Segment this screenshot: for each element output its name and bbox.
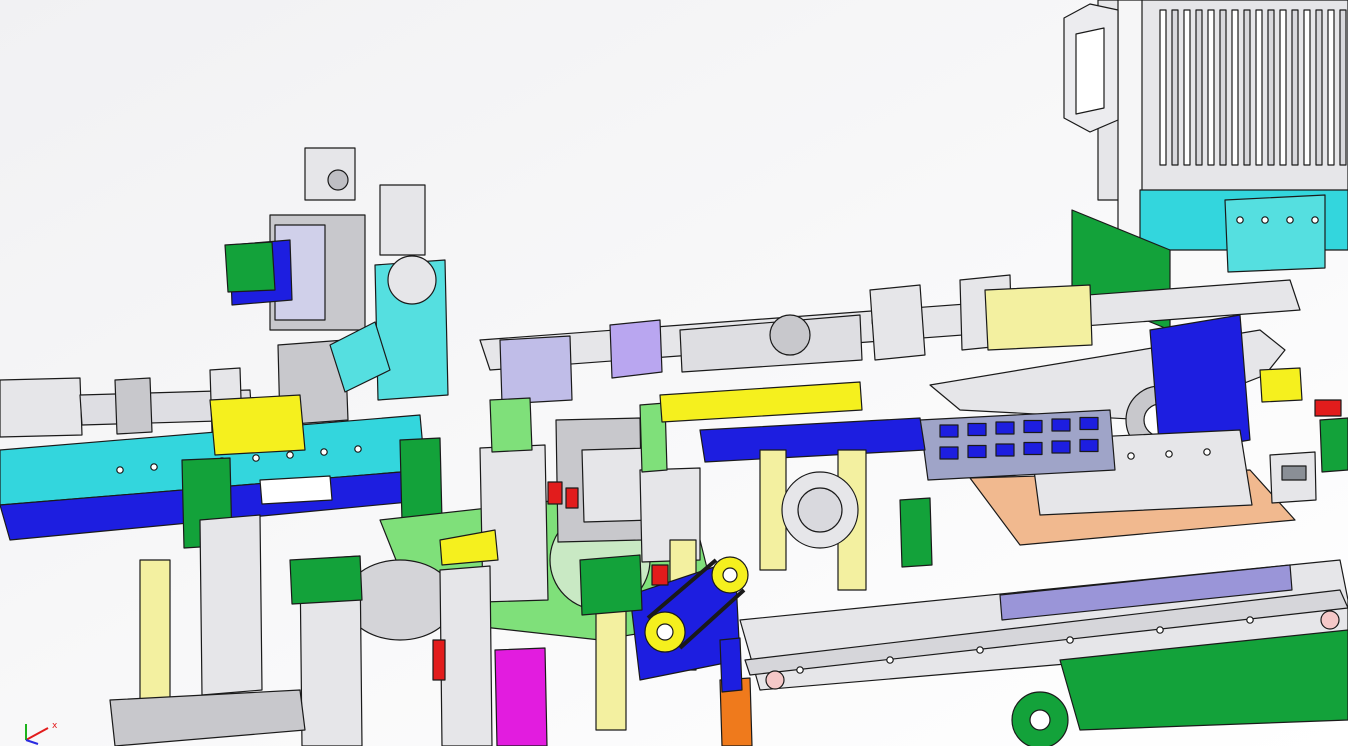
- support-post: [139, 559, 171, 721]
- bolt-hole: [1261, 216, 1269, 224]
- bolt-hole: [116, 466, 124, 474]
- triad-z-axis: [25, 739, 39, 745]
- green-clamp: [224, 241, 276, 293]
- bolt-hole: [150, 463, 158, 471]
- yellow-fitting: [1259, 367, 1303, 403]
- tray-pocket: [1023, 441, 1043, 456]
- rack-fin: [1171, 9, 1179, 166]
- red-block: [1314, 399, 1342, 417]
- rack-fin: [1279, 9, 1287, 166]
- support-post: [595, 609, 627, 731]
- shaft-bearing: [114, 377, 153, 435]
- rail-bolt: [886, 656, 894, 664]
- rail-bolt: [976, 646, 984, 654]
- pulley-bore: [656, 623, 674, 641]
- drum-core: [797, 487, 843, 533]
- triad-x-axis: [25, 727, 49, 741]
- tray-pocket: [967, 444, 987, 459]
- green-motor: [579, 554, 643, 616]
- red-clamp: [432, 639, 446, 681]
- cad-viewport[interactable]: x: [0, 0, 1348, 746]
- rack-fin: [1207, 9, 1215, 166]
- rail-bolt: [1156, 626, 1164, 634]
- pulley-bore: [1029, 709, 1051, 731]
- rack-fin: [1303, 9, 1311, 166]
- tray-pocket: [1079, 438, 1099, 453]
- green-gripper: [399, 437, 443, 523]
- rack-fin: [1159, 9, 1167, 166]
- pulley-bore: [722, 567, 738, 583]
- yellow-block: [209, 394, 306, 456]
- slot-cutout: [259, 475, 333, 505]
- coordinate-triad: x: [25, 721, 58, 745]
- bracket: [869, 284, 926, 361]
- green-block: [1319, 417, 1348, 473]
- bolt-hole: [1127, 452, 1135, 460]
- assembly-model: [0, 0, 1348, 746]
- bolt-hole: [354, 445, 362, 453]
- rack-post: [1117, 0, 1143, 251]
- bolt-hole: [1286, 216, 1294, 224]
- stepper-motor: [1224, 194, 1326, 273]
- rack-fin: [1315, 9, 1323, 166]
- rail-bolt: [796, 666, 804, 674]
- rack-fin: [1339, 9, 1347, 166]
- bolt-hole: [1203, 448, 1211, 456]
- sensor-knob: [327, 169, 349, 191]
- actuator-cap: [387, 255, 437, 305]
- bolt-hole: [1311, 216, 1319, 224]
- bolt-hole: [1165, 450, 1173, 458]
- rack-fin: [1267, 9, 1275, 166]
- green-valve: [489, 397, 533, 453]
- rack-fin: [1231, 9, 1239, 166]
- bolt-hole: [252, 454, 260, 462]
- red-clamp: [547, 481, 563, 505]
- tray-pocket: [967, 422, 987, 437]
- rack-fin: [1195, 9, 1203, 166]
- tray-pocket: [1051, 440, 1071, 454]
- gauge-display: [1281, 465, 1307, 481]
- green-cylinder: [899, 497, 933, 568]
- bolt-hole: [320, 448, 328, 456]
- green-cylinder: [289, 555, 363, 605]
- tray-pocket: [939, 424, 959, 438]
- rack-fin: [1219, 9, 1227, 166]
- linear-bearing: [769, 314, 811, 356]
- bolt-hole: [1236, 216, 1244, 224]
- tray-pocket: [1023, 419, 1043, 434]
- navy-column: [719, 637, 743, 693]
- rack-fin: [1327, 9, 1335, 166]
- rail-bolt: [1246, 616, 1254, 624]
- tray-pocket: [995, 421, 1015, 435]
- red-clamp: [651, 564, 669, 586]
- bolt-hole: [286, 451, 294, 459]
- rail-cap: [1320, 610, 1340, 630]
- triad-x-label: x: [52, 721, 58, 731]
- tray-pocket: [939, 446, 959, 460]
- yellow-plate: [984, 284, 1093, 351]
- lower-frame: [439, 565, 493, 746]
- rack-fin: [1291, 9, 1299, 166]
- rack-handle-opening: [1075, 27, 1105, 115]
- tray-pocket: [1079, 416, 1099, 431]
- lavender-block: [499, 335, 573, 405]
- rail-cap: [765, 670, 785, 690]
- rack-fin: [1243, 9, 1251, 166]
- tray-pocket: [1051, 418, 1071, 432]
- tray-pocket: [995, 443, 1015, 457]
- lower-frame: [199, 514, 263, 696]
- red-clamp: [565, 487, 579, 509]
- small-guide-cylinder: [379, 184, 426, 256]
- magenta-column: [494, 647, 548, 746]
- shaft-support: [0, 377, 83, 438]
- violet-block: [609, 319, 663, 379]
- rack-fin: [1255, 9, 1263, 166]
- rack-fin: [1183, 9, 1191, 166]
- rail-bolt: [1066, 636, 1074, 644]
